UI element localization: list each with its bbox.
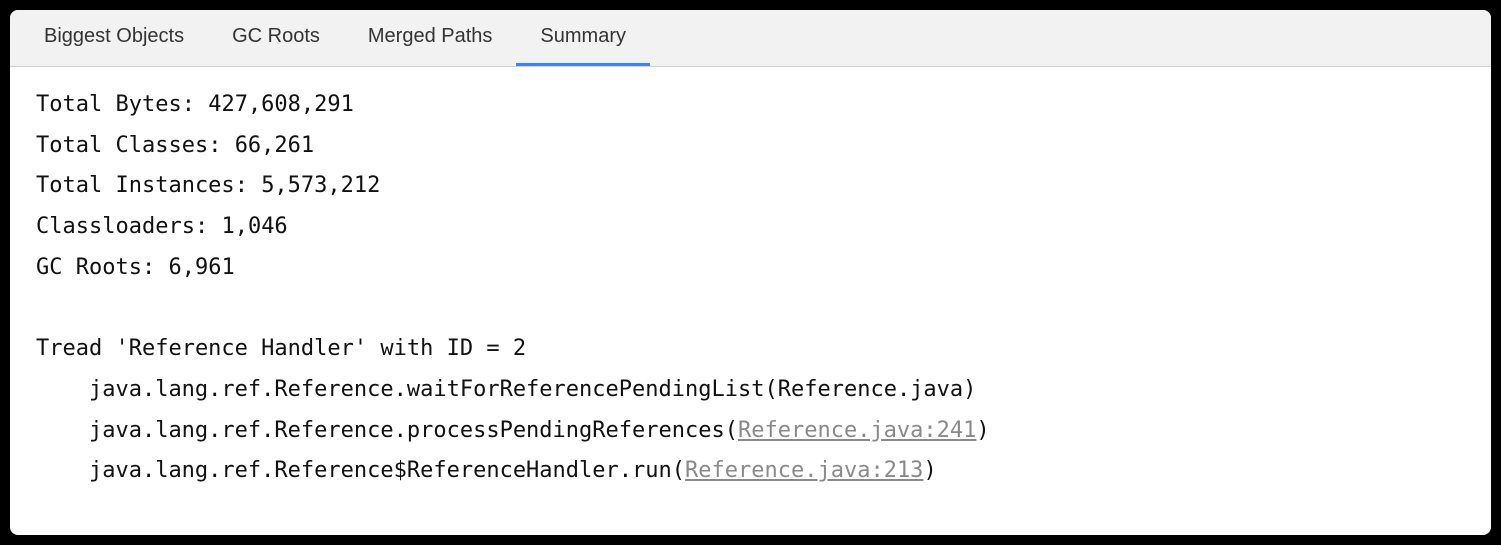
stat-label: GC Roots — [36, 255, 142, 280]
summary-content: Total Bytes: 427,608,291Total Classes: 6… — [10, 67, 1491, 535]
stack-frame: java.lang.ref.Reference.processPendingRe… — [36, 411, 1465, 452]
paren-open: ( — [764, 377, 777, 402]
tab-bar: Biggest Objects GC Roots Merged Paths Su… — [10, 10, 1491, 67]
stat-gc-roots: GC Roots: 6,961 — [36, 248, 1465, 289]
stat-label: Total Instances — [36, 173, 235, 198]
paren-open: ( — [672, 458, 685, 483]
tab-gc-roots[interactable]: GC Roots — [208, 10, 344, 66]
stat-total-bytes: Total Bytes: 427,608,291 — [36, 85, 1465, 126]
stat-total-classes: Total Classes: 66,261 — [36, 126, 1465, 167]
stack-frame: java.lang.ref.Reference$ReferenceHandler… — [36, 451, 1465, 492]
paren-close: ) — [923, 458, 936, 483]
stack-source: Reference.java — [778, 377, 963, 402]
stat-label: Total Bytes — [36, 92, 182, 117]
blank-line — [36, 288, 1465, 329]
profiler-window: Biggest Objects GC Roots Merged Paths Su… — [10, 10, 1491, 535]
stack-source-link[interactable]: Reference.java:241 — [738, 418, 976, 443]
tab-biggest-objects[interactable]: Biggest Objects — [20, 10, 208, 66]
paren-open: ( — [725, 418, 738, 443]
stat-label: Total Classes — [36, 133, 208, 158]
stack-method: java.lang.ref.Reference.processPendingRe… — [89, 418, 725, 443]
paren-close: ) — [963, 377, 976, 402]
thread-header: Tread 'Reference Handler' with ID = 2 — [36, 329, 1465, 370]
tab-summary[interactable]: Summary — [516, 10, 650, 66]
stat-value: 5,573,212 — [261, 173, 380, 198]
stat-total-instances: Total Instances: 5,573,212 — [36, 166, 1465, 207]
paren-close: ) — [976, 418, 989, 443]
stat-value: 427,608,291 — [208, 92, 354, 117]
stack-method: java.lang.ref.Reference.waitForReference… — [89, 377, 765, 402]
stat-value: 66,261 — [235, 133, 314, 158]
stat-classloaders: Classloaders: 1,046 — [36, 207, 1465, 248]
stat-value: 1,046 — [221, 214, 287, 239]
stat-value: 6,961 — [168, 255, 234, 280]
stack-method: java.lang.ref.Reference$ReferenceHandler… — [89, 458, 672, 483]
tab-merged-paths[interactable]: Merged Paths — [344, 10, 517, 66]
stack-source-link[interactable]: Reference.java:213 — [685, 458, 923, 483]
stack-frame: java.lang.ref.Reference.waitForReference… — [36, 370, 1465, 411]
stat-label: Classloaders — [36, 214, 195, 239]
